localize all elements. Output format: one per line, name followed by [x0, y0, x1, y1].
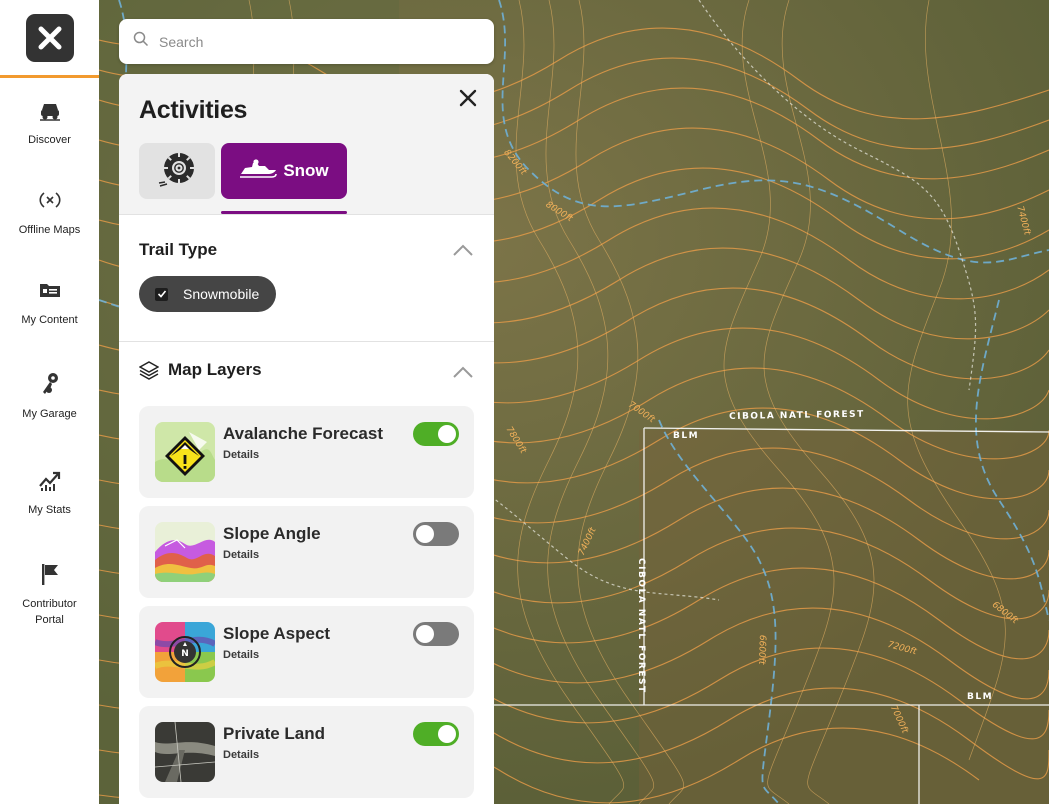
layer-details-link[interactable]: Details	[223, 449, 259, 461]
nav-my-garage[interactable]: My Garage	[0, 370, 99, 422]
layer-card-private-land[interactable]: Private Land Details	[139, 706, 474, 798]
close-icon	[25, 13, 74, 62]
map-layers-title: Map Layers	[168, 360, 262, 379]
close-icon	[459, 89, 477, 107]
activity-selected-indicator	[221, 211, 347, 214]
layer-details-link[interactable]: Details	[223, 649, 259, 661]
layer-details-link[interactable]: Details	[223, 749, 259, 761]
svg-text:N: N	[181, 649, 189, 659]
avalanche-forecast-thumbnail	[155, 422, 215, 482]
offroad-tire-icon	[157, 149, 197, 194]
search-input[interactable]	[159, 33, 459, 50]
nav-my-stats[interactable]: My Stats	[0, 466, 99, 518]
left-nav: Discover Offline Maps My Content My Gara…	[0, 0, 99, 804]
map-label-blm-bottom: BLM	[967, 692, 994, 702]
nav-my-content-label: My Content	[21, 314, 78, 326]
nav-my-garage-label: My Garage	[22, 408, 77, 420]
garage-keys-icon	[36, 370, 64, 398]
offline-maps-icon	[36, 186, 64, 214]
discover-icon	[36, 96, 64, 124]
nav-my-stats-label: My Stats	[28, 504, 71, 516]
layer-toggle-slope-angle[interactable]	[413, 522, 459, 546]
search-bar[interactable]	[119, 19, 494, 64]
map-label-blm: BLM	[673, 431, 700, 441]
nav-contributor-label: Contributor	[22, 598, 77, 610]
activity-snow-label: Snow	[283, 161, 329, 180]
trail-type-section: Trail Type Snowmobile	[119, 215, 494, 342]
nav-offline-maps[interactable]: Offline Maps	[0, 186, 99, 238]
slope-angle-thumbnail	[155, 522, 215, 582]
nav-contributor-portal[interactable]: Contributor Portal	[0, 560, 99, 628]
chevron-up-icon	[453, 366, 473, 378]
stats-icon	[36, 466, 64, 494]
layer-name: Slope Aspect	[223, 624, 331, 643]
map-layers-collapse-button[interactable]	[452, 365, 474, 379]
nav-discover-label: Discover	[28, 134, 71, 146]
layer-toggle-private-land[interactable]	[413, 722, 459, 746]
trail-type-collapse-button[interactable]	[452, 243, 474, 257]
slope-aspect-thumbnail: N	[155, 622, 215, 682]
layer-toggle-slope-aspect[interactable]	[413, 622, 459, 646]
trail-type-title: Trail Type	[139, 240, 218, 259]
map-layers-section: Map Layers Avalanche Forecast Details Sl…	[119, 342, 494, 804]
layer-toggle-avalanche[interactable]	[413, 422, 459, 446]
trail-chip-snowmobile[interactable]: Snowmobile	[139, 276, 276, 312]
panel-header: Activities Snow	[119, 74, 494, 215]
layer-name: Avalanche Forecast	[223, 424, 383, 443]
nav-my-content[interactable]: My Content	[0, 276, 99, 328]
contributor-flag-icon	[36, 560, 64, 588]
trail-chip-label: Snowmobile	[183, 286, 260, 302]
snowmobile-icon	[239, 158, 278, 185]
contour-label: 6600ft	[755, 634, 767, 665]
nav-contributor-label-line2: Portal	[35, 614, 64, 626]
close-app-button[interactable]	[0, 0, 99, 78]
checkbox-checked-icon	[155, 287, 168, 301]
my-content-icon	[36, 276, 64, 304]
panel-title: Activities	[139, 96, 248, 124]
layer-name: Slope Angle	[223, 524, 321, 543]
layer-card-slope-angle[interactable]: Slope Angle Details	[139, 506, 474, 598]
search-icon	[133, 31, 149, 52]
activity-snow-button[interactable]: Snow	[221, 143, 347, 199]
activity-offroad-button[interactable]	[139, 143, 215, 199]
chevron-up-icon	[453, 244, 473, 256]
layer-name: Private Land	[223, 724, 326, 743]
layer-card-slope-aspect[interactable]: N Slope Aspect Details	[139, 606, 474, 698]
map-label-forest-vertical: CIBOLA NATL FOREST	[636, 558, 646, 694]
nav-offline-maps-label: Offline Maps	[18, 224, 81, 236]
layers-icon	[138, 360, 160, 380]
private-land-thumbnail	[155, 722, 215, 782]
activities-panel: Activities Snow Trail Type Snowmobile Ma…	[119, 74, 494, 804]
layer-card-avalanche-forecast[interactable]: Avalanche Forecast Details	[139, 406, 474, 498]
layer-details-link[interactable]: Details	[223, 549, 259, 561]
nav-discover[interactable]: Discover	[0, 96, 99, 148]
panel-close-button[interactable]	[458, 88, 478, 108]
